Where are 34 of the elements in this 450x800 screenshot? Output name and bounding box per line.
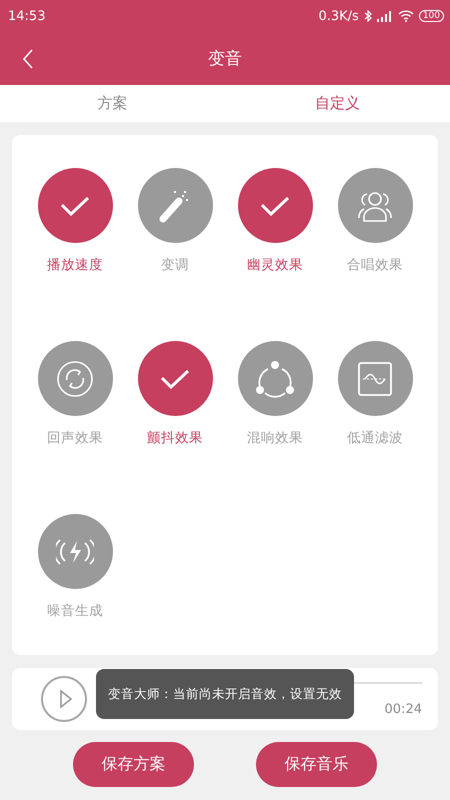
total-time: 00:24 — [384, 702, 422, 716]
repeat-icon — [56, 360, 94, 398]
save-button[interactable]: 保存方案 — [73, 742, 194, 787]
message-toast: 变音大师：当前尚未开启音效，设置无效 — [96, 669, 354, 719]
signal-icon — [376, 10, 393, 22]
effect-label: 颤抖效果 — [147, 429, 203, 447]
bluetooth-icon — [364, 10, 372, 22]
back-icon[interactable] — [22, 49, 34, 69]
effect-label: 噪音生成 — [47, 602, 103, 620]
status-time: 14:53 — [8, 8, 46, 24]
effect-label: 幽灵效果 — [247, 256, 303, 274]
page-title: 变音 — [208, 48, 242, 70]
check-icon — [160, 368, 190, 390]
play-icon — [59, 689, 73, 709]
group-icon — [355, 190, 395, 222]
check-icon — [260, 194, 290, 216]
effect-label: 混响效果 — [247, 429, 303, 447]
tab[interactable]: 自定义 — [225, 85, 450, 122]
play-button[interactable] — [41, 676, 87, 722]
check-icon — [60, 194, 90, 216]
noise-icon — [56, 538, 94, 564]
share-icon — [255, 360, 295, 398]
effect-label: 变调 — [161, 256, 189, 274]
effect-label: 合唱效果 — [347, 256, 403, 274]
network-speed: 0.3K/s — [318, 8, 359, 24]
effect-label: 回声效果 — [47, 429, 103, 447]
tab[interactable]: 方案 — [0, 85, 225, 122]
magic-wand-icon — [159, 188, 191, 222]
filter-curve-icon — [358, 362, 392, 396]
effect-label: 低通滤波 — [347, 429, 403, 447]
wifi-icon — [398, 10, 414, 22]
effect-label: 播放速度 — [47, 256, 103, 274]
battery-indicator: 100 — [418, 10, 444, 22]
save-button[interactable]: 保存音乐 — [256, 742, 377, 787]
